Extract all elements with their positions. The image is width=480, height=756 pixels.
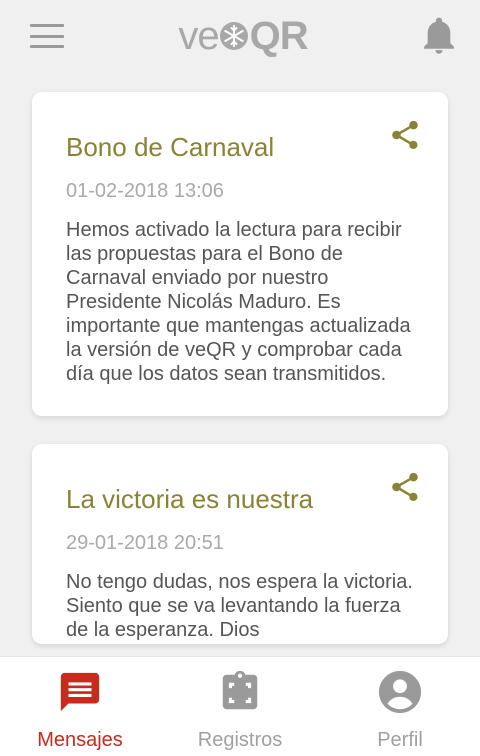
bottom-navigation: Mensajes Registros Perfil <box>0 656 480 756</box>
message-icon <box>60 672 100 712</box>
menu-icon[interactable] <box>30 24 64 48</box>
message-body: Hemos activado la lectura para recibir l… <box>66 219 411 385</box>
message-title: La victoria es nuestra <box>66 484 314 514</box>
logo-text-ve: ve <box>178 14 219 58</box>
account-icon <box>378 670 422 714</box>
bell-icon[interactable] <box>422 17 456 55</box>
message-title: Bono de Carnaval <box>66 132 275 162</box>
message-card[interactable]: La victoria es nuestra 29-01-2018 20:51 … <box>32 444 448 644</box>
nav-label-mensajes: Mensajes <box>37 729 123 751</box>
nav-tab-registros[interactable]: Registros <box>160 669 320 752</box>
logo-text-qr: QR <box>249 14 309 58</box>
message-body: No tengo dudas, nos espera la victoria. … <box>66 571 413 641</box>
nav-label-registros: Registros <box>197 729 283 751</box>
message-card[interactable]: Bono de Carnaval 01-02-2018 13:06 Hemos … <box>32 92 448 416</box>
share-icon[interactable] <box>388 470 422 504</box>
clipboard-icon <box>222 670 258 710</box>
messages-feed: Bono de Carnaval 01-02-2018 13:06 Hemos … <box>32 92 448 672</box>
nav-label-perfil: Perfil <box>377 729 423 751</box>
message-date: 29-01-2018 20:51 <box>66 532 224 554</box>
snowflake-icon <box>219 22 248 50</box>
share-icon[interactable] <box>388 118 422 152</box>
top-app-bar: ve QR <box>0 0 480 72</box>
message-date: 01-02-2018 13:06 <box>66 180 224 202</box>
app-screen: ve QR Bono de Carnaval 01-02-2018 13:06 … <box>0 0 480 756</box>
app-logo: ve QR <box>178 14 309 58</box>
nav-tab-perfil[interactable]: Perfil <box>320 669 480 752</box>
nav-tab-mensajes[interactable]: Mensajes <box>0 669 160 752</box>
